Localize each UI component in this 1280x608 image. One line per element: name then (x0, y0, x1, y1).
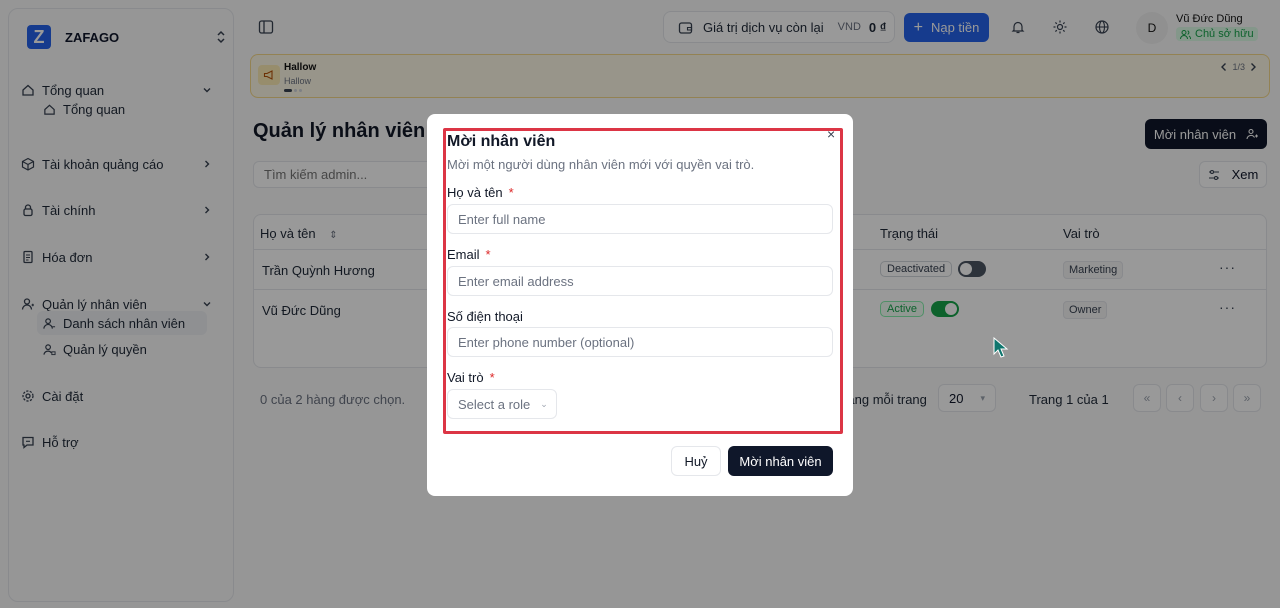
required-mark: * (489, 370, 495, 385)
close-icon[interactable]: × (827, 126, 835, 142)
required-mark: * (485, 247, 491, 262)
phone-field-label: Số điện thoại (447, 309, 523, 324)
mouse-cursor-icon (993, 337, 1009, 358)
name-field-label: Họ và tên * (447, 185, 514, 200)
email-input[interactable] (447, 266, 833, 296)
role-select-value: Select a role (458, 396, 531, 412)
submit-invite-button[interactable]: Mời nhân viên (728, 446, 833, 476)
email-label-text: Email (447, 247, 480, 262)
phone-input[interactable] (447, 327, 833, 357)
dialog-title: Mời nhân viên (447, 133, 556, 150)
role-label-text: Vai trò (447, 370, 484, 385)
email-field-label: Email * (447, 247, 491, 262)
full-name-input[interactable] (447, 204, 833, 234)
dialog-description: Mời một người dùng nhân viên mới với quy… (447, 157, 755, 172)
name-label-text: Họ và tên (447, 185, 503, 200)
required-mark: * (508, 185, 514, 200)
role-select[interactable]: Select a role ⌄ (447, 389, 557, 419)
chevron-down-icon: ⌄ (540, 398, 548, 409)
invite-staff-dialog: × Mời nhân viên Mời một người dùng nhân … (427, 114, 853, 496)
role-field-label: Vai trò * (447, 370, 495, 385)
cancel-button[interactable]: Huỷ (671, 446, 721, 476)
